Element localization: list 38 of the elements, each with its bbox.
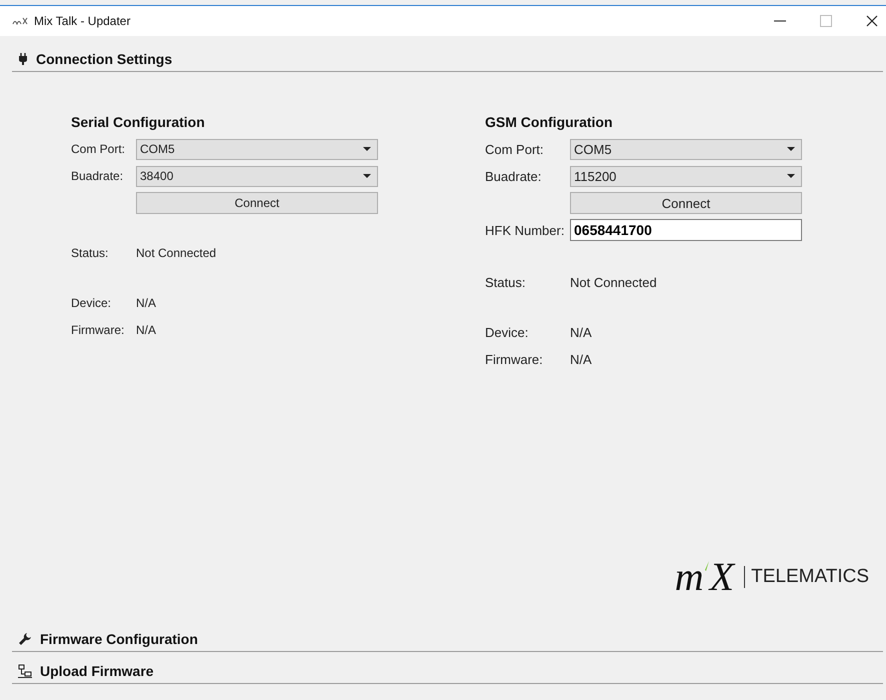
- number-field[interactable]: 0658441700: [570, 219, 802, 241]
- dropdown-arrow-icon: [363, 174, 371, 178]
- field-value: Not Connected: [570, 274, 657, 290]
- panel-title: Serial Configuration: [71, 114, 206, 130]
- wrench-icon: [18, 632, 32, 646]
- field-value: N/A: [136, 323, 156, 337]
- dropdown-arrow-icon: [363, 147, 371, 151]
- dropdown[interactable]: 115200: [570, 166, 802, 186]
- window-title: Mix Talk - Updater: [34, 14, 130, 28]
- dropdown-arrow-icon: [787, 174, 795, 178]
- field-label: Firmware:: [485, 352, 544, 366]
- plug-icon: [18, 52, 28, 64]
- connect-button[interactable]: Connect: [570, 192, 802, 214]
- field-label: Firmware:: [71, 323, 126, 337]
- field-value: N/A: [570, 352, 592, 366]
- company-name: TELEMATICS: [744, 566, 869, 588]
- panel-title: GSM Configuration: [485, 114, 614, 130]
- field-label: Status:: [71, 246, 110, 260]
- field-label: Device:: [485, 324, 530, 340]
- field-label: Buadrate:: [485, 168, 542, 184]
- network-icon: [18, 664, 32, 678]
- dropdown[interactable]: 38400: [136, 166, 378, 186]
- dropdown[interactable]: COM5: [136, 138, 378, 160]
- field-label: Buadrate:: [71, 169, 124, 183]
- dropdown-arrow-icon: [787, 147, 795, 151]
- dropdown[interactable]: COM5: [570, 138, 802, 160]
- field-label: Device:: [71, 296, 112, 310]
- field-label: HFK Number:: [485, 222, 566, 238]
- field-value: N/A: [136, 296, 156, 310]
- field-label: Com Port:: [71, 142, 126, 156]
- field-value: Not Connected: [136, 246, 216, 260]
- app-icon: [12, 17, 28, 25]
- connect-button[interactable]: Connect: [136, 192, 378, 214]
- close-icon[interactable]: [866, 15, 878, 27]
- field-value: N/A: [570, 324, 592, 340]
- field-label: Status:: [485, 274, 526, 290]
- field-label: Com Port:: [485, 142, 545, 156]
- company-logo: mX: [674, 553, 734, 600]
